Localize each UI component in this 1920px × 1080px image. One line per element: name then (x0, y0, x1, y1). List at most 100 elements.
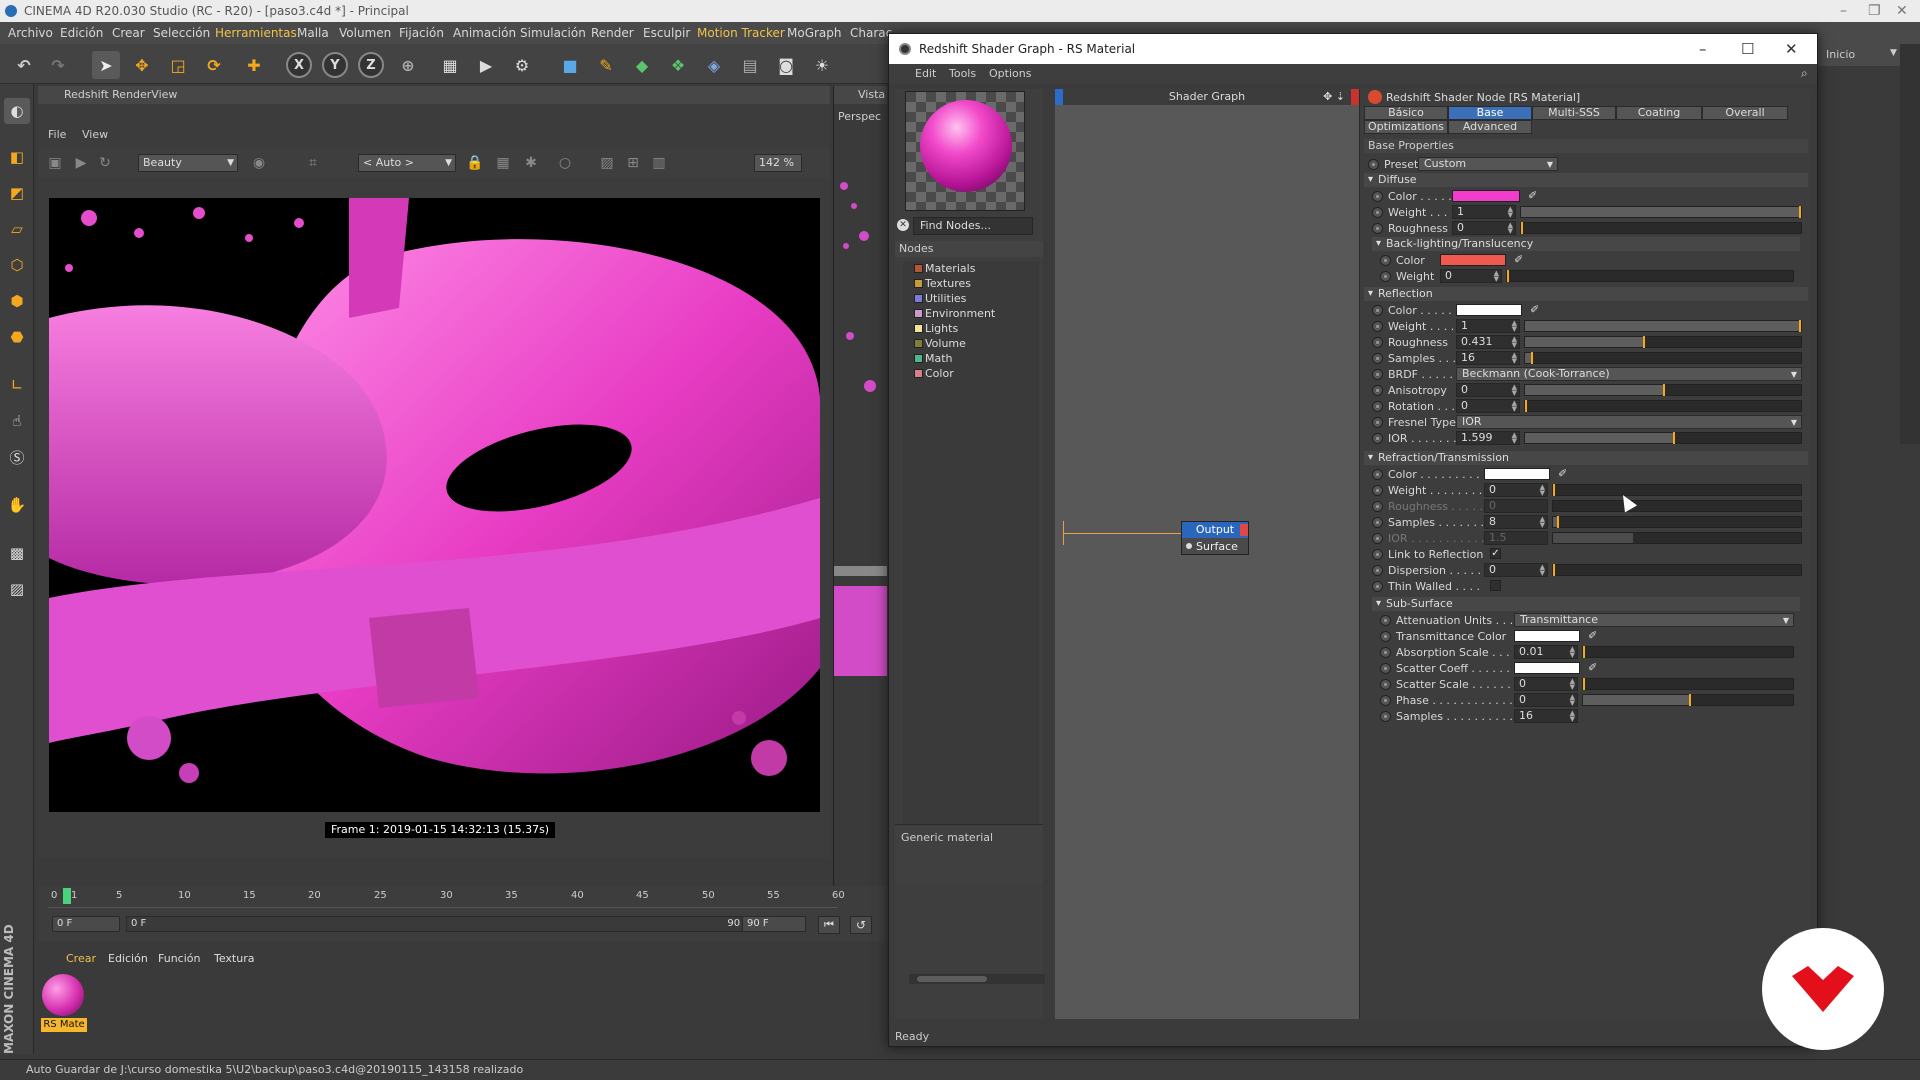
keyframe-radio[interactable] (1372, 207, 1383, 218)
undo-icon[interactable]: ↶ (10, 51, 38, 79)
reflection-weight-field[interactable]: 1 ▲ ▼ (1456, 319, 1520, 333)
diffuse-color-swatch[interactable] (1452, 190, 1520, 202)
menu-charac[interactable]: Charac (850, 26, 892, 40)
end-frame-field[interactable]: 90 F (742, 916, 806, 932)
graph-canvas[interactable]: Output Surface (1063, 105, 1353, 1019)
backlighting-weight-slider[interactable] (1506, 270, 1794, 282)
menu-mograph[interactable]: MoGraph (787, 26, 842, 40)
floor-icon[interactable]: ▤ (736, 51, 764, 79)
frame-range-slider[interactable]: 0 F 90 F (126, 916, 772, 932)
reflection-samples-slider[interactable] (1524, 352, 1802, 364)
material-name-label[interactable]: RS Mate (41, 1018, 87, 1032)
layout-label[interactable]: Inicio (1826, 48, 1855, 61)
spinner-icon[interactable]: ▲ ▼ (1512, 352, 1517, 365)
keyframe-radio[interactable] (1372, 385, 1383, 396)
points-mode-icon[interactable]: ⬡ (4, 252, 30, 278)
sculpt-icon[interactable]: ✋ (4, 492, 30, 518)
y-axis-icon[interactable]: Y (322, 52, 348, 78)
find-nodes-input[interactable]: Find Nodes... (913, 217, 1033, 235)
section-backlighting[interactable]: Back-lighting/Translucency (1372, 237, 1800, 251)
absorption-scale-field[interactable]: 0.01 ▲ ▼ (1514, 645, 1578, 659)
reflection-anisotropy-field[interactable]: 0 ▲ ▼ (1456, 383, 1520, 397)
spinner-icon[interactable]: ▲ ▼ (1570, 694, 1575, 707)
preset-dropdown[interactable]: Custom ▼ (1418, 157, 1558, 171)
minimize-icon[interactable]: – (1699, 34, 1707, 64)
eyedropper-icon[interactable]: ✐ (1528, 189, 1540, 203)
close-icon[interactable]: ✕ (1896, 0, 1908, 22)
subsurface-samples-field[interactable]: 16 ▲ ▼ (1514, 709, 1578, 723)
reflection-roughness-slider[interactable] (1524, 336, 1802, 348)
spinner-icon[interactable]: ▲ ▼ (1508, 206, 1513, 219)
backlighting-weight-field[interactable]: 0 ▲ ▼ (1440, 269, 1502, 283)
menu-simulacion[interactable]: Simulación (520, 26, 586, 40)
array-icon[interactable]: ❖ (664, 51, 692, 79)
scatter-coeff-swatch[interactable] (1514, 662, 1580, 674)
cube-icon[interactable]: ■ (556, 51, 584, 79)
x-axis-icon[interactable]: X (286, 52, 312, 78)
eyedropper-icon[interactable]: ✐ (1558, 467, 1570, 481)
surface-port[interactable]: Surface (1182, 539, 1248, 554)
sg-menu-edit[interactable]: Edit (915, 67, 936, 80)
node-category-materials[interactable]: Materials (903, 261, 1033, 276)
phase-field[interactable]: 0 ▲ ▼ (1514, 693, 1578, 707)
coordinate-system-icon[interactable]: ⊕ (394, 51, 422, 79)
keyframe-radio[interactable] (1372, 353, 1383, 364)
reflection-ior-field[interactable]: 1.599 ▲ ▼ (1456, 431, 1520, 445)
output-node-header[interactable]: Output (1182, 522, 1248, 538)
z-axis-icon[interactable]: Z (358, 52, 384, 78)
lock-icon[interactable]: 🔒 (466, 154, 484, 172)
brdf-dropdown[interactable]: Beckmann (Cook-Torrance) ▼ (1456, 367, 1802, 381)
reflection-rotation-slider[interactable] (1524, 400, 1802, 412)
grid-lock-icon[interactable]: ▩ (4, 540, 30, 566)
menu-edicion[interactable]: Edición (60, 26, 103, 40)
menu-animacion[interactable]: Animación (453, 26, 516, 40)
menu-fijacion[interactable]: Fijación (399, 26, 444, 40)
reflection-samples-field[interactable]: 16 ▲ ▼ (1456, 351, 1520, 365)
keyframe-radio[interactable] (1372, 581, 1383, 592)
scrollbar-thumb[interactable] (917, 976, 987, 982)
maximize-icon[interactable]: ☐ (1741, 34, 1754, 64)
pen-icon[interactable]: ✎ (592, 51, 620, 79)
redo-icon[interactable]: ↷ (44, 51, 72, 79)
keyframe-radio[interactable] (1372, 191, 1383, 202)
keyframe-radio[interactable] (1372, 485, 1383, 496)
camera-select[interactable]: < Auto > ▼ (358, 154, 456, 172)
scatter-scale-slider[interactable] (1582, 678, 1794, 690)
tab-base-properties[interactable]: Base Properties (1448, 106, 1532, 131)
scale-icon[interactable]: ◲ (164, 51, 192, 79)
refraction-color-swatch[interactable] (1484, 468, 1550, 480)
start-frame-field[interactable]: 0 F (52, 916, 120, 932)
live-selection-icon[interactable]: ➤ (92, 51, 120, 79)
renderview-menu-file[interactable]: File (48, 128, 66, 141)
reflection-anisotropy-slider[interactable] (1524, 384, 1802, 396)
keyframe-radio[interactable] (1368, 159, 1379, 170)
spinner-icon[interactable]: ▲ ▼ (1570, 646, 1575, 659)
eyedropper-icon[interactable]: ✐ (1530, 303, 1542, 317)
compare-icon[interactable]: ▥ (650, 154, 668, 172)
diffuse-weight-slider[interactable] (1520, 206, 1802, 218)
keyframe-radio[interactable] (1372, 565, 1383, 576)
subdivision-icon[interactable]: ◆ (628, 51, 656, 79)
link-to-reflection-checkbox[interactable]: ✓ (1490, 548, 1501, 559)
restore-icon[interactable]: ❐ (1868, 0, 1881, 22)
texture-mode-icon[interactable]: ◩ (4, 180, 30, 206)
spinner-icon[interactable]: ▲ ▼ (1512, 400, 1517, 413)
reflection-color-swatch[interactable] (1456, 304, 1522, 316)
menu-crear[interactable]: Crear (112, 26, 145, 40)
spinner-icon[interactable]: ▲ ▼ (1512, 336, 1517, 349)
reflection-roughness-field[interactable]: 0.431 ▲ ▼ (1456, 335, 1520, 349)
right-side-tabs[interactable] (1900, 44, 1920, 444)
viewport-panel[interactable]: Vista Perspec (833, 86, 887, 886)
dispersion-field[interactable]: 0 ▲ ▼ (1484, 563, 1548, 577)
render-picture-viewer-icon[interactable]: ▶ (472, 51, 500, 79)
node-category-lights[interactable]: Lights (903, 321, 1033, 336)
loop-icon[interactable]: ↺ (850, 916, 872, 934)
scatter-scale-field[interactable]: 0 ▲ ▼ (1514, 677, 1578, 691)
sg-menu-options[interactable]: Options (989, 67, 1031, 80)
crop-icon[interactable]: ⌗ (304, 154, 322, 172)
menu-volumen[interactable]: Volumen (339, 26, 391, 40)
menu-render[interactable]: Render (591, 26, 634, 40)
spinner-icon[interactable]: ▲ ▼ (1570, 710, 1575, 723)
node-list-scrollbar[interactable] (909, 974, 1045, 984)
keyframe-radio[interactable] (1372, 321, 1383, 332)
